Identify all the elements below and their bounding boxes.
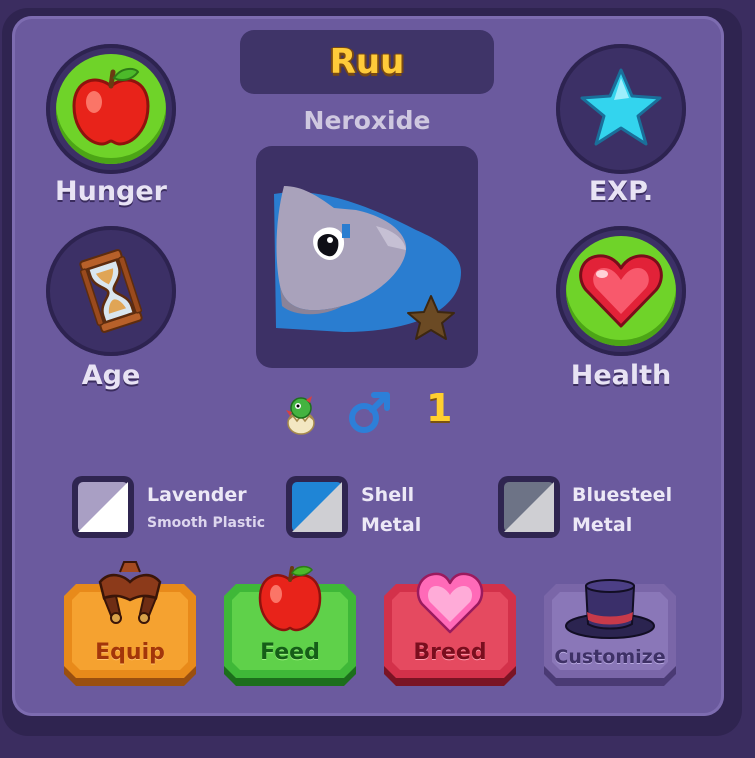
saddle-icon [98,561,162,624]
material-1-name: Lavender [147,484,247,506]
apple-icon [72,67,150,146]
hunger-stat-button[interactable] [46,44,176,174]
pet-render-image [274,186,461,340]
pet-preview [256,146,478,368]
equip-button[interactable]: Equip [62,561,198,690]
material-swatch-1[interactable] [72,476,134,538]
pet-name-plate: Ruu [240,30,494,94]
feed-button[interactable]: Feed [222,565,358,690]
health-stat-button[interactable] [556,226,686,356]
star-icon [580,68,662,146]
material-swatch-2[interactable] [286,476,348,538]
exp-label: EXP. [588,176,654,207]
pet-level: 1 [426,386,453,430]
male-symbol-icon [349,392,390,433]
breed-button-label: Breed [413,640,487,665]
game-window: Ruu Neroxide Hunger Age EXP. Health 1 La… [0,0,755,758]
pet-name: Ruu [329,42,405,82]
health-label: Health [570,360,672,391]
material-swatch-1-preview [78,482,128,532]
equip-button-label: Equip [95,640,165,665]
pet-meta-row: 1 [280,386,480,446]
hourglass-icon [79,249,143,333]
material-swatch-2-preview [292,482,342,532]
customize-button[interactable]: Customize [542,579,678,690]
hunger-label: Hunger [55,176,167,207]
material-2-type: Metal [361,514,422,536]
hatchling-egg-icon [286,396,315,435]
material-swatch-3-preview [504,482,554,532]
age-label: Age [81,360,141,391]
material-1-type: Smooth Plastic [147,515,266,531]
material-3-type: Metal [572,514,633,536]
material-swatch-3[interactable] [498,476,560,538]
breed-button[interactable]: Breed [382,572,518,690]
top-hat-icon [565,579,655,639]
apple-icon [258,565,322,632]
material-3-name: Bluesteel [572,484,673,506]
customize-button-label: Customize [554,646,666,668]
heart-icon [416,572,484,634]
pet-species: Neroxide [303,106,431,135]
feed-button-label: Feed [260,640,320,665]
exp-stat-button[interactable] [556,44,686,174]
material-2-name: Shell [361,484,415,506]
age-stat-button[interactable] [46,226,176,356]
heart-icon [579,254,663,328]
